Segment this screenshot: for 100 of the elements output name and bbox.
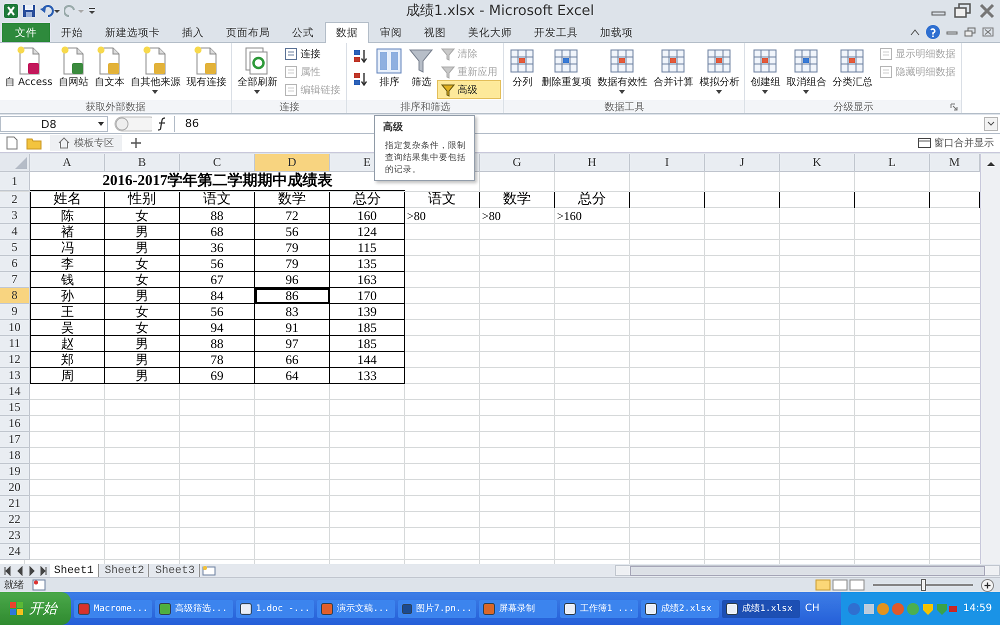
ribbon-button[interactable]: 数据有效性 [595, 45, 650, 95]
ribbon-button[interactable]: 自文本 [92, 45, 126, 90]
ribbon-button[interactable]: 自网站 [56, 45, 90, 90]
tray-icons-drawing[interactable] [847, 602, 958, 616]
column-header[interactable]: J [705, 154, 780, 172]
taskbar-item[interactable]: 图片7.pn... [398, 600, 476, 618]
row-header[interactable]: 20 [0, 480, 30, 496]
taskbar-item[interactable]: 工作簿1 ... [560, 600, 638, 618]
macro-record-icon[interactable] [32, 579, 46, 591]
ribbon-tab[interactable]: 开始 [50, 23, 94, 42]
row-header[interactable]: 3 [0, 208, 30, 224]
template-tab[interactable]: 模板专区 [50, 135, 122, 151]
save-icon[interactable] [22, 4, 36, 18]
ribbon-button[interactable]: 筛选 [406, 45, 436, 90]
row-header[interactable]: 16 [0, 416, 30, 432]
row-header[interactable]: 13 [0, 368, 30, 384]
ribbon-tab[interactable]: 数据 [325, 22, 369, 43]
column-header[interactable]: B [105, 154, 180, 172]
ribbon-button[interactable]: 取消组合 [784, 45, 828, 95]
row-header[interactable]: 22 [0, 512, 30, 528]
row-header[interactable]: 11 [0, 336, 30, 352]
row-header[interactable]: 4 [0, 224, 30, 240]
name-box[interactable]: D8 [0, 116, 108, 132]
undo-icon[interactable] [40, 4, 60, 18]
insert-sheet-icon[interactable] [202, 565, 216, 576]
ribbon-button[interactable]: 创建组 [748, 45, 782, 95]
column-header[interactable]: L [855, 154, 930, 172]
excel-icon[interactable] [4, 4, 18, 18]
row-header[interactable]: 5 [0, 240, 30, 256]
column-header[interactable]: K [780, 154, 855, 172]
column-header[interactable]: H [555, 154, 630, 172]
column-header[interactable]: M [930, 154, 980, 172]
ribbon-button[interactable]: 分列 [507, 45, 538, 90]
sheet-navigation-icon[interactable] [4, 566, 48, 576]
ribbon-button[interactable]: 现有连接 [184, 45, 228, 90]
column-header[interactable]: I [630, 154, 705, 172]
taskbar-item[interactable]: 成绩2.xlsx [641, 600, 719, 618]
view-buttons-icon[interactable] [815, 579, 865, 591]
language-indicator[interactable]: CH [803, 603, 822, 614]
row-header[interactable]: 18 [0, 448, 30, 464]
row-header[interactable]: 19 [0, 464, 30, 480]
file-tab[interactable]: 文件 [2, 23, 50, 42]
row-header[interactable]: 15 [0, 400, 30, 416]
ribbon-button[interactable]: 自 Access [3, 45, 54, 90]
ribbon-button[interactable]: 连接 [281, 45, 344, 62]
taskbar-item[interactable]: 成绩1.xlsx [722, 600, 800, 618]
column-header[interactable]: G [480, 154, 555, 172]
row-header[interactable]: 12 [0, 352, 30, 368]
row-header[interactable]: 1 [0, 172, 30, 191]
ribbon-tab[interactable]: 插入 [171, 23, 215, 42]
ribbon-button[interactable]: 合并计算 [651, 45, 696, 90]
customize-toolbar-icon[interactable] [88, 5, 96, 17]
close-icon[interactable] [978, 3, 996, 19]
row-header[interactable]: 23 [0, 528, 30, 544]
ribbon-button[interactable]: 高级 [438, 81, 500, 98]
plus-icon[interactable] [130, 137, 142, 149]
taskbar-item[interactable]: Macrome... [74, 600, 152, 618]
zoom-in-icon[interactable] [981, 578, 994, 592]
new-document-icon[interactable] [6, 136, 18, 150]
ribbon-button[interactable]: 分类汇总 [830, 45, 874, 90]
ribbon-tab[interactable]: 审阅 [369, 23, 413, 42]
sheet-tab[interactable]: Sheet1 [50, 564, 99, 577]
row-header[interactable]: 21 [0, 496, 30, 512]
taskbar-item[interactable]: 高级筛选... [155, 600, 233, 618]
ribbon-tab[interactable]: 视图 [413, 23, 457, 42]
start-button[interactable]: 开始 [0, 592, 71, 625]
row-header[interactable]: 17 [0, 432, 30, 448]
restore-icon[interactable] [964, 27, 976, 37]
row-header[interactable]: 14 [0, 384, 30, 400]
ribbon-tab[interactable]: 加载项 [589, 23, 644, 42]
row-header[interactable]: 10 [0, 320, 30, 336]
zoom-slider-thumb[interactable] [921, 579, 926, 591]
ribbon-button[interactable]: 删除重复项 [539, 45, 594, 90]
horizontal-scrollbar[interactable] [615, 565, 1000, 576]
row-header[interactable]: 9 [0, 304, 30, 320]
column-header[interactable]: C [180, 154, 255, 172]
ribbon-tab[interactable]: 公式 [281, 23, 325, 42]
dialog-launcher-icon[interactable] [950, 103, 958, 111]
column-header[interactable]: D [255, 154, 330, 172]
restore-icon[interactable] [954, 3, 972, 19]
vertical-scrollbar[interactable] [980, 154, 1000, 564]
ribbon-button[interactable]: 排序 [374, 45, 404, 90]
ribbon-tab[interactable]: 页面布局 [215, 23, 281, 42]
ribbon-tab[interactable]: 美化大师 [457, 23, 523, 42]
zoom-slider[interactable] [873, 579, 973, 591]
taskbar-item[interactable]: 1.doc -... [236, 600, 314, 618]
ribbon-tab[interactable]: 开发工具 [523, 23, 589, 42]
column-header[interactable]: A [30, 154, 105, 172]
ribbon-tab[interactable]: 新建选项卡 [94, 23, 171, 42]
ribbon-button[interactable]: 自其他来源 [128, 45, 182, 95]
help-icon[interactable] [926, 25, 940, 39]
ribbon-button[interactable]: 全部刷新 [235, 45, 280, 95]
row-header[interactable]: 8 [0, 288, 30, 304]
close-icon[interactable] [982, 27, 994, 37]
folder-icon[interactable] [26, 136, 42, 150]
ribbon-button[interactable]: 模拟分析 [697, 45, 742, 95]
row-header[interactable]: 7 [0, 272, 30, 288]
row-header[interactable]: 6 [0, 256, 30, 272]
taskbar-item[interactable]: 屏幕录制 [479, 600, 557, 618]
expand-icon[interactable] [984, 117, 998, 131]
